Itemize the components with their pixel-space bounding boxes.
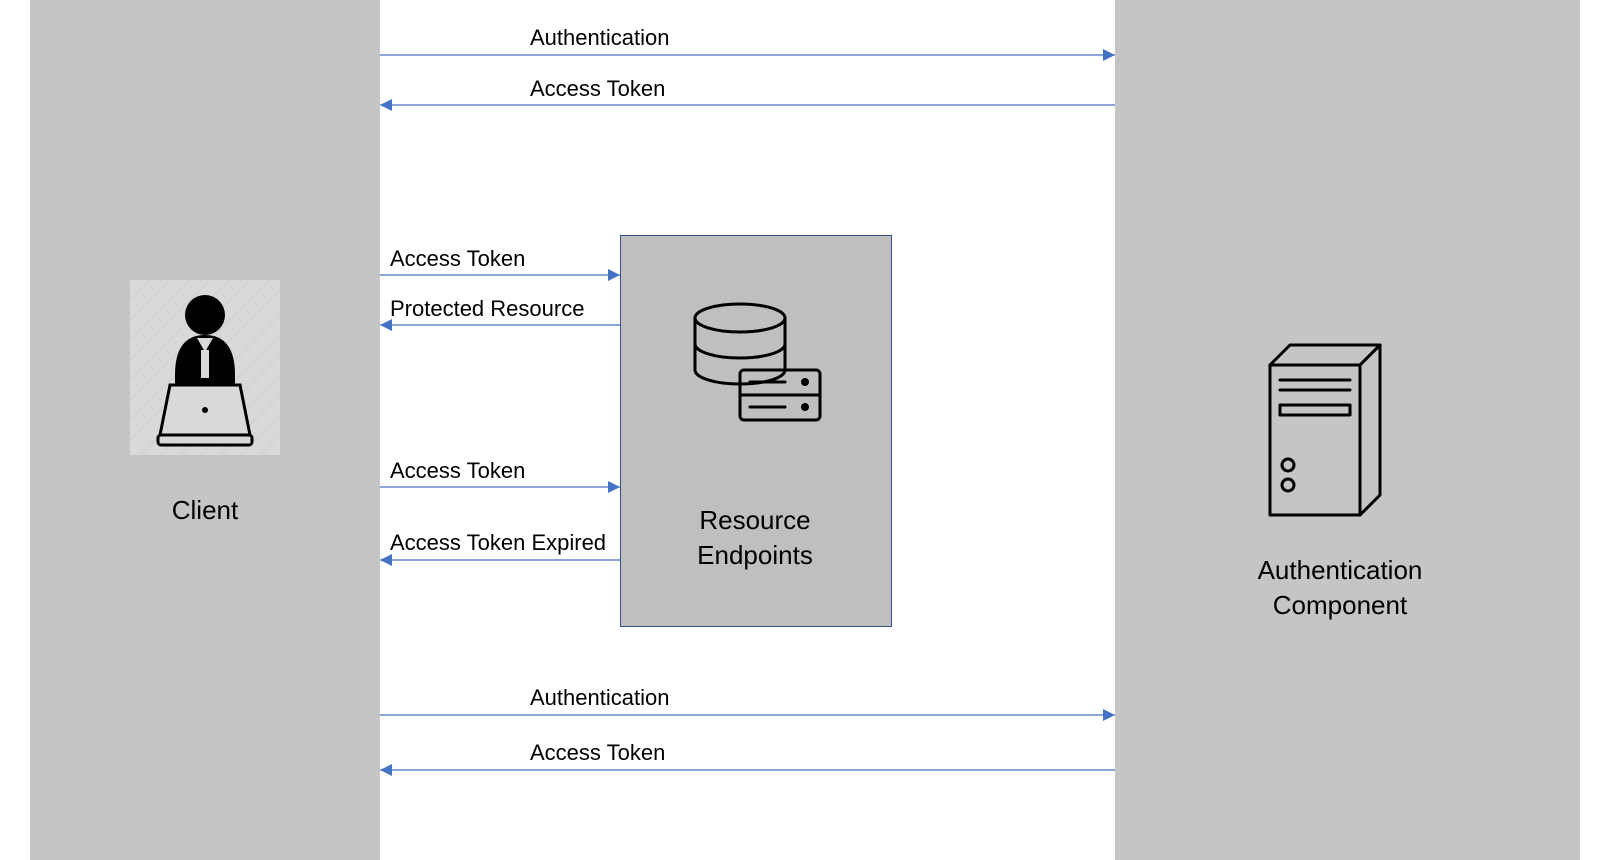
resource-title-line2: Endpoints	[620, 540, 890, 571]
client-title: Client	[150, 495, 260, 526]
arrow-label-access-token-top: Access Token	[530, 76, 665, 102]
arrow-label-access-token-bottom: Access Token	[530, 740, 665, 766]
resource-title-line1: Resource	[620, 505, 890, 536]
auth-title-line2: Component	[1165, 590, 1515, 621]
server-tower-icon	[1250, 335, 1400, 525]
arrow-label-authentication-top: Authentication	[530, 25, 669, 51]
arrow-label-authentication-bottom: Authentication	[530, 685, 669, 711]
arrow-label-access-token-1: Access Token	[390, 246, 525, 272]
user-laptop-icon	[130, 280, 280, 455]
arrow-label-access-token-expired: Access Token Expired	[390, 530, 606, 556]
auth-title-line1: Authentication	[1165, 555, 1515, 586]
database-server-icon	[680, 300, 830, 430]
arrow-label-access-token-2: Access Token	[390, 458, 525, 484]
arrow-label-protected-resource: Protected Resource	[390, 296, 584, 322]
